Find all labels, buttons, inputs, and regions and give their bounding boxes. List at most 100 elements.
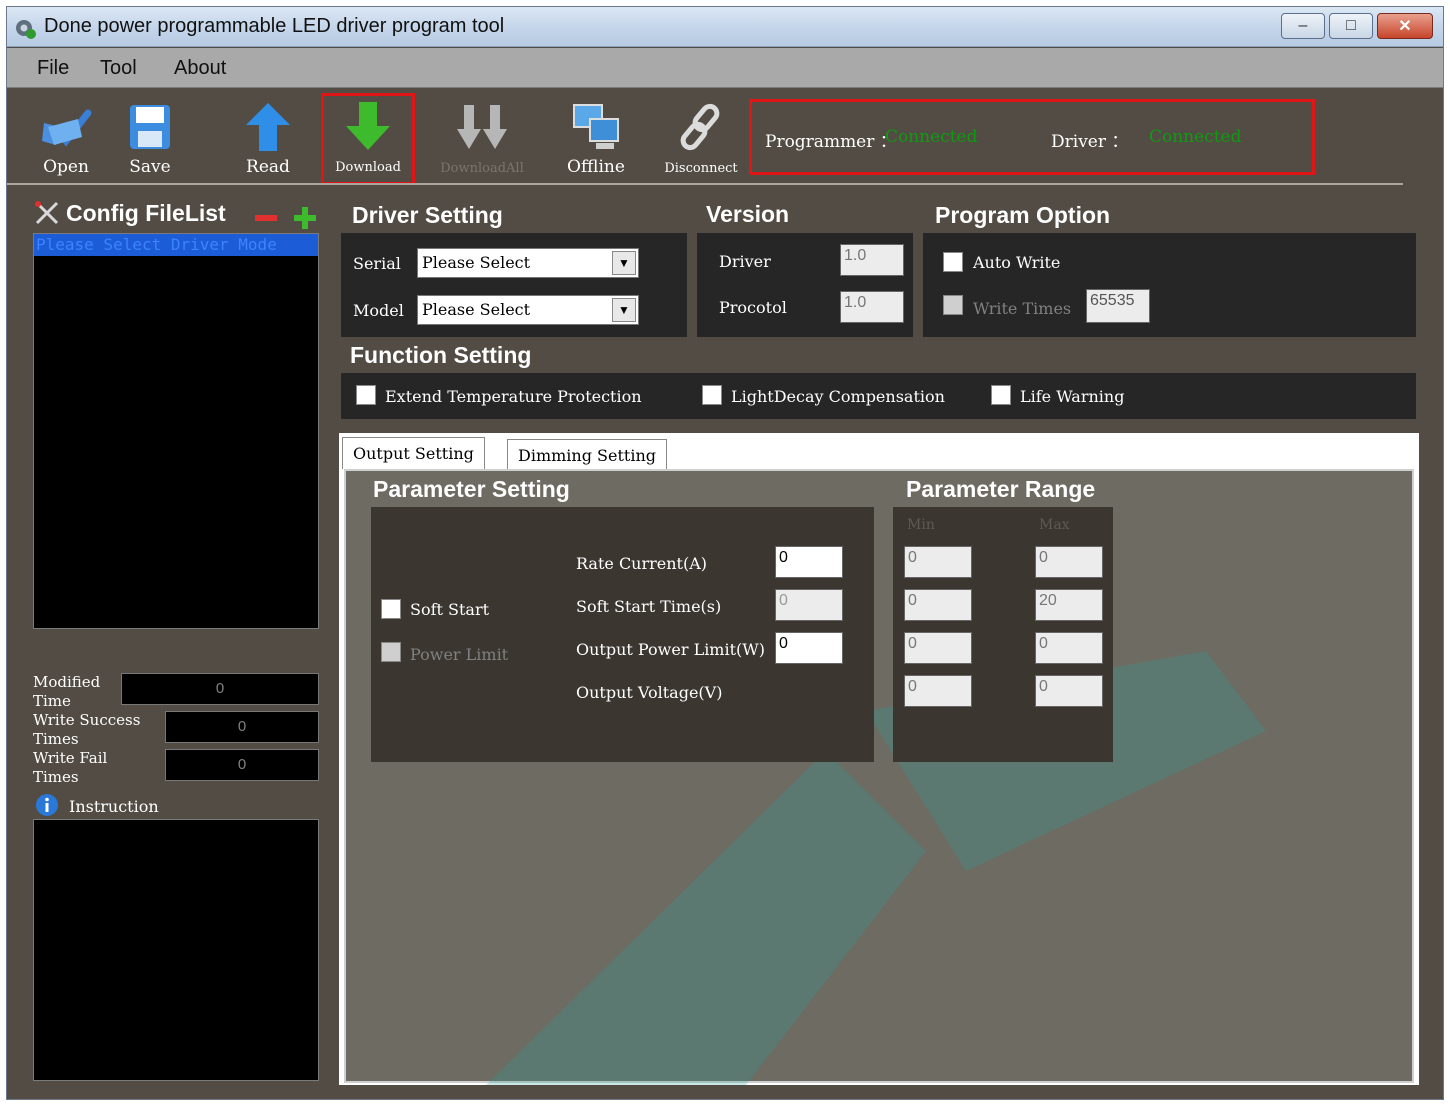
serial-select-value: Please Select	[422, 253, 531, 272]
driver-version-field: 1.0	[840, 244, 904, 276]
range-min-field: 0	[904, 589, 972, 621]
floppy-disk-icon	[130, 105, 170, 149]
write-fail-value: 0	[165, 749, 319, 781]
save-button[interactable]: Save	[105, 97, 195, 183]
broken-link-icon	[680, 103, 720, 151]
disconnect-button[interactable]: Disconnect	[655, 97, 747, 183]
menu-about[interactable]: About	[174, 57, 226, 80]
programmer-status-value: Connected	[885, 127, 978, 147]
range-max-field: 0	[1035, 546, 1103, 578]
arrow-up-icon	[246, 103, 290, 151]
folder-check-icon	[42, 109, 92, 147]
tab-output-setting[interactable]: Output Setting	[342, 437, 485, 469]
program-option-panel	[923, 233, 1416, 337]
arrow-down-icon	[346, 102, 390, 150]
write-times-label: Write Times	[973, 299, 1072, 318]
serial-select[interactable]: Please Select ▼	[417, 248, 639, 278]
instruction-label: Instruction	[69, 797, 159, 816]
write-success-value: 0	[165, 711, 319, 743]
output-power-limit-field[interactable]: 0	[775, 632, 843, 664]
driver-status-label: Driver ：	[1051, 132, 1129, 152]
maximize-button[interactable]: □	[1329, 13, 1373, 39]
menu-bar: File Tool About	[7, 48, 1443, 88]
menu-file[interactable]: File	[37, 57, 69, 80]
tools-icon	[35, 201, 59, 225]
program-option-title: Program Option	[935, 202, 1111, 228]
computers-icon	[573, 104, 619, 149]
power-limit-label: Power Limit	[410, 645, 509, 664]
menu-tool[interactable]: Tool	[100, 57, 137, 80]
window-title: Done power programmable LED driver progr…	[44, 15, 505, 37]
driver-status-value: Connected	[1149, 127, 1242, 147]
model-select-value: Please Select	[422, 300, 531, 319]
range-min-field: 0	[904, 675, 972, 707]
disconnect-label: Disconnect	[664, 161, 738, 176]
soft-start-time-field[interactable]: 0	[775, 589, 843, 621]
function-setting-title: Function Setting	[350, 342, 532, 368]
download-button[interactable]: Download	[321, 93, 415, 185]
range-max-header: Max	[1039, 517, 1070, 533]
programmer-status-label: Programmer ：	[765, 132, 897, 152]
config-file-list[interactable]: Please Select Driver Mode	[33, 233, 319, 629]
save-label: Save	[129, 157, 171, 177]
write-success-label: Write Success Times	[33, 711, 141, 748]
rate-current-label: Rate Current(A)	[576, 554, 708, 573]
protocol-version-label: Procotol	[719, 298, 787, 317]
model-label: Model	[353, 301, 404, 320]
parameter-range-title: Parameter Range	[906, 476, 1096, 502]
light-decay-checkbox[interactable]	[702, 385, 722, 405]
soft-start-label: Soft Start	[410, 600, 490, 619]
model-select[interactable]: Please Select ▼	[417, 295, 639, 325]
range-min-header: Min	[907, 517, 935, 533]
minimize-button[interactable]: –	[1281, 13, 1325, 39]
offline-label: Offline	[567, 157, 625, 177]
soft-start-time-label: Soft Start Time(s)	[576, 597, 722, 616]
instruction-box	[33, 819, 319, 1081]
write-times-field[interactable]: 65535	[1086, 289, 1150, 323]
extend-temp-checkbox[interactable]	[356, 385, 376, 405]
list-item-selected[interactable]: Please Select Driver Mode	[34, 234, 318, 256]
output-voltage-label: Output Voltage(V)	[576, 683, 723, 702]
life-warning-label: Life Warning	[1020, 387, 1125, 406]
open-label: Open	[43, 157, 89, 177]
read-button[interactable]: Read	[223, 97, 313, 183]
range-max-field: 0	[1035, 675, 1103, 707]
chevron-down-icon[interactable]: ▼	[612, 251, 636, 275]
modified-time-value: 0	[121, 673, 319, 705]
power-limit-checkbox[interactable]	[381, 642, 401, 662]
double-arrow-down-icon	[457, 105, 507, 149]
write-times-checkbox[interactable]	[943, 295, 963, 315]
write-fail-label: Write Fail Times	[33, 749, 108, 786]
app-window: Done power programmable LED driver progr…	[6, 6, 1444, 1100]
info-icon	[36, 794, 58, 816]
range-max-field: 0	[1035, 632, 1103, 664]
app-gear-icon	[16, 20, 36, 39]
driver-setting-title: Driver Setting	[352, 202, 503, 228]
offline-button[interactable]: Offline	[551, 97, 641, 183]
open-button[interactable]: Open	[21, 97, 111, 183]
title-bar: Done power programmable LED driver progr…	[7, 7, 1443, 47]
soft-start-checkbox[interactable]	[381, 599, 401, 619]
modified-time-label: Modified Time	[33, 673, 101, 710]
version-title: Version	[706, 201, 790, 227]
auto-write-checkbox[interactable]	[943, 252, 963, 272]
life-warning-checkbox[interactable]	[991, 385, 1011, 405]
range-min-field: 0	[904, 546, 972, 578]
chevron-down-icon[interactable]: ▼	[612, 298, 636, 322]
download-all-button[interactable]: DownloadAll	[437, 97, 527, 183]
tab-dimming-setting[interactable]: Dimming Setting	[507, 439, 667, 469]
auto-write-label: Auto Write	[973, 253, 1061, 272]
read-label: Read	[246, 157, 290, 177]
close-button[interactable]: ✕	[1377, 13, 1433, 39]
rate-current-field[interactable]: 0	[775, 546, 843, 578]
parameter-setting-title: Parameter Setting	[373, 476, 570, 502]
extend-temp-label: Extend Temperature Protection	[385, 387, 642, 406]
light-decay-label: LightDecay Compensation	[731, 387, 945, 406]
remove-file-icon[interactable]	[255, 215, 277, 221]
download-all-label: DownloadAll	[440, 161, 524, 176]
download-label: Download	[335, 160, 401, 175]
serial-label: Serial	[353, 254, 401, 273]
add-file-icon[interactable]	[292, 205, 318, 231]
range-max-field: 20	[1035, 589, 1103, 621]
output-power-limit-label: Output Power Limit(W)	[576, 640, 765, 659]
